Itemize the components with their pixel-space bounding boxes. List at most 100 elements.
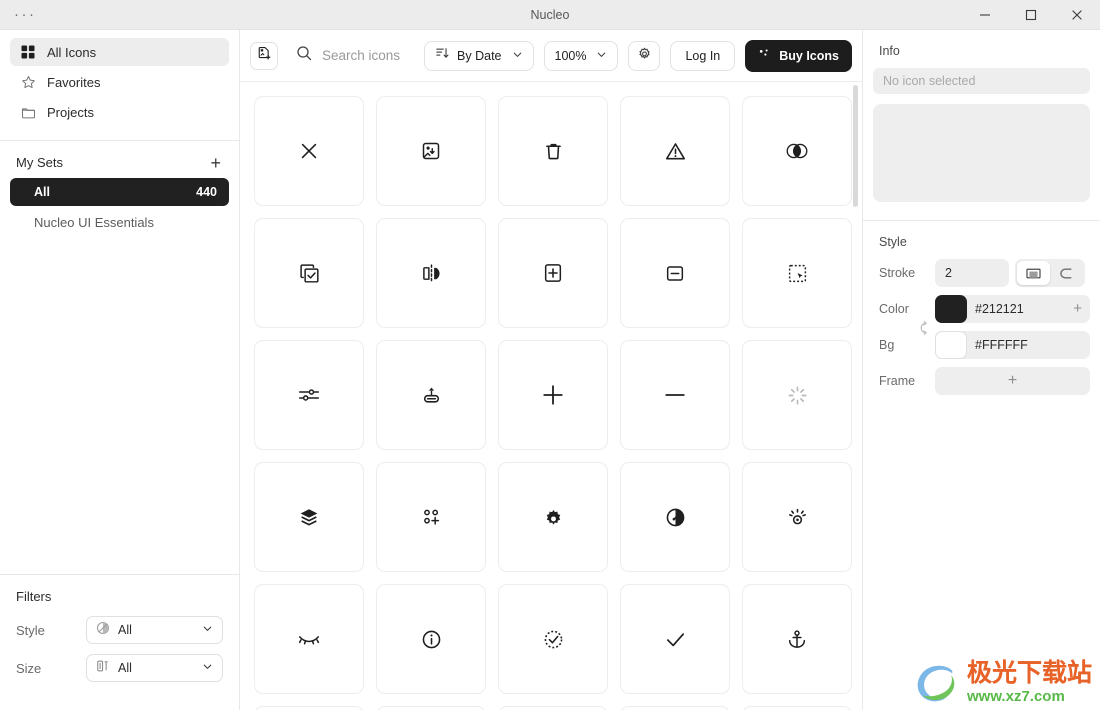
window-menu-dots[interactable]: ··· — [0, 7, 37, 22]
stroke-label: Stroke — [879, 266, 916, 280]
sort-dropdown[interactable]: By Date — [424, 40, 534, 71]
filters-section: Filters Style All Size All — [0, 574, 239, 710]
set-name: All — [34, 185, 50, 199]
my-sets-header: My Sets + — [0, 141, 239, 178]
icon-cell-gauge[interactable] — [620, 462, 730, 572]
sort-icon — [435, 46, 449, 65]
maximize-button[interactable] — [1008, 0, 1054, 29]
size-filter-select[interactable]: All — [86, 654, 223, 682]
icon-cell-minus[interactable] — [620, 340, 730, 450]
icon-cell-image-download[interactable] — [376, 96, 486, 206]
sidebar-item-all-icons[interactable]: All Icons — [10, 38, 229, 66]
watermark-url: www.xz7.com — [966, 688, 1065, 705]
icon-cell-overlapping-circles[interactable] — [742, 96, 852, 206]
info-empty-label: No icon selected — [883, 74, 976, 88]
icon-cell-brightness[interactable] — [742, 462, 852, 572]
brightness-icon — [787, 508, 808, 526]
icon-cell-sliders[interactable] — [254, 340, 364, 450]
close-button[interactable] — [1054, 0, 1100, 29]
plus-square-icon — [543, 263, 563, 283]
grid-scrollbar[interactable] — [853, 85, 858, 710]
icon-cell-dots-add[interactable] — [376, 462, 486, 572]
icon-cell-trash[interactable] — [498, 96, 608, 206]
icon-cell-partial[interactable] — [376, 706, 486, 710]
icon-cell-plus[interactable] — [498, 340, 608, 450]
add-color-button[interactable]: + — [1073, 301, 1082, 316]
icon-cell-partial[interactable] — [254, 706, 364, 710]
main-toolbar: By Date 100% — [240, 30, 862, 82]
icon-cell-plus-square[interactable] — [498, 218, 608, 328]
icon-cell-copy-check[interactable] — [254, 218, 364, 328]
icon-cell-close-x[interactable] — [254, 96, 364, 206]
sort-label: By Date — [457, 48, 502, 63]
eye-closed-icon — [298, 632, 320, 646]
color-swatch[interactable] — [935, 295, 967, 323]
left-sidebar: All Icons Favorites Projects My Sets + A… — [0, 30, 240, 710]
icon-cell-warning-triangle[interactable] — [620, 96, 730, 206]
copy-check-icon — [299, 263, 320, 284]
set-item-nucleo-ui-essentials[interactable]: Nucleo UI Essentials — [10, 208, 229, 236]
check-icon — [664, 628, 687, 651]
icon-cell-layers[interactable] — [254, 462, 364, 572]
style-filter-select[interactable]: All — [86, 616, 223, 644]
icon-cell-check-circle-dashed[interactable] — [498, 584, 608, 694]
search-bar — [278, 45, 425, 66]
stroke-row: Stroke 2 — [863, 259, 1100, 287]
sidebar-item-label: Favorites — [47, 74, 101, 90]
scrollbar-thumb[interactable] — [853, 85, 858, 207]
zoom-dropdown[interactable]: 100% — [543, 40, 619, 71]
trash-icon — [543, 141, 564, 162]
filter-row-size: Size All — [16, 654, 223, 682]
image-download-icon — [421, 141, 441, 161]
minimize-button[interactable] — [962, 0, 1008, 29]
info-circle-icon — [421, 629, 442, 650]
add-set-button[interactable]: + — [210, 154, 221, 172]
swap-arrows-icon[interactable] — [919, 320, 931, 339]
window-controls — [962, 0, 1100, 29]
gear-icon — [543, 507, 564, 528]
set-item-all[interactable]: All 440 — [10, 178, 229, 206]
icon-cell-info-circle[interactable] — [376, 584, 486, 694]
dots-add-icon — [421, 507, 441, 527]
sidebar-item-favorites[interactable]: Favorites — [10, 68, 229, 96]
icon-cell-eye-closed[interactable] — [254, 584, 364, 694]
square-cap-icon[interactable] — [1017, 261, 1050, 285]
round-cap-icon[interactable] — [1050, 261, 1083, 285]
icon-cell-partial[interactable] — [742, 706, 852, 710]
icon-cell-eyedropper-pill[interactable] — [376, 340, 486, 450]
color-hex-value: #212121 — [975, 302, 1024, 316]
add-frame-button[interactable]: + — [935, 367, 1090, 395]
icon-cell-check[interactable] — [620, 584, 730, 694]
bg-row: Bg #FFFFFF — [863, 320, 1100, 359]
sidebar-item-label: All Icons — [47, 44, 97, 60]
icon-grid-scroll-area[interactable] — [240, 82, 862, 710]
search-input[interactable] — [322, 48, 425, 63]
minus-square-icon — [665, 265, 685, 282]
icon-cell-marquee-select[interactable] — [742, 218, 852, 328]
icon-cell-flip-horizontal[interactable] — [376, 218, 486, 328]
login-button[interactable]: Log In — [670, 40, 736, 71]
settings-button[interactable] — [628, 40, 661, 71]
icon-cell-minus-square[interactable] — [620, 218, 730, 328]
icon-cell-gear[interactable] — [498, 462, 608, 572]
bg-swatch[interactable] — [935, 331, 967, 359]
bg-field[interactable]: #FFFFFF — [935, 331, 1090, 359]
watermark-logo-icon — [917, 665, 955, 701]
set-count: 440 — [196, 185, 217, 199]
new-icon-button[interactable] — [250, 41, 278, 70]
icon-cell-anchor[interactable] — [742, 584, 852, 694]
icon-cell-loading-spinner[interactable] — [742, 340, 852, 450]
icon-grid — [240, 82, 862, 710]
buy-icons-button[interactable]: Buy Icons — [745, 39, 852, 72]
color-field[interactable]: #212121 + — [935, 295, 1090, 323]
frame-label: Frame — [879, 374, 916, 388]
stroke-width-input[interactable]: 2 — [935, 259, 1009, 287]
icon-cell-partial[interactable] — [620, 706, 730, 710]
icon-cell-partial[interactable] — [498, 706, 608, 710]
filter-row-style: Style All — [16, 616, 223, 644]
loading-spinner-icon — [787, 385, 808, 406]
my-sets-title: My Sets — [16, 155, 63, 170]
sidebar-item-projects[interactable]: Projects — [10, 98, 229, 126]
grid-icon — [20, 44, 36, 60]
marquee-select-icon — [787, 263, 808, 284]
